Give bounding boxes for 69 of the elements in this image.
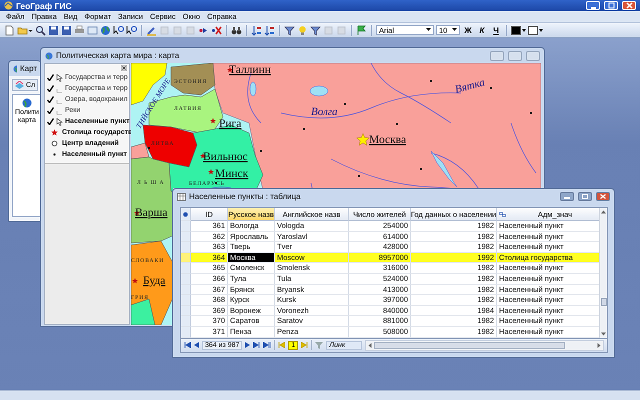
layers-icon <box>15 81 24 89</box>
map-label: Москва <box>369 134 406 146</box>
caret-icon <box>522 28 526 32</box>
scroll-up-icon <box>601 210 606 214</box>
map-label: Минск <box>215 168 248 180</box>
brush-icon[interactable] <box>146 24 157 36</box>
format-button[interactable]: Ж <box>462 24 474 36</box>
app-title: ГеоГраф ГИС <box>16 0 72 10</box>
help-icon[interactable] <box>126 24 137 36</box>
minimize-button[interactable] <box>560 192 574 201</box>
first-page-icon[interactable] <box>278 342 286 348</box>
close-icon <box>626 2 632 9</box>
caret-icon <box>426 28 431 32</box>
previous-record-icon[interactable] <box>194 342 199 348</box>
checkmark-icon[interactable] <box>47 96 54 103</box>
map-label: Буда <box>143 275 166 287</box>
format-button[interactable]: К <box>476 24 488 36</box>
next-page-icon[interactable] <box>301 342 308 348</box>
minimize-icon <box>564 194 570 199</box>
sort-descending-icon[interactable] <box>264 24 275 36</box>
save-icon[interactable] <box>48 24 59 36</box>
binoculars-icon[interactable] <box>231 24 242 36</box>
globe-icon <box>45 52 53 60</box>
print-icon[interactable] <box>74 24 85 36</box>
map-label: Таллинн <box>229 64 271 76</box>
globe-icon <box>13 64 17 72</box>
restore-icon <box>608 2 614 9</box>
caret-icon <box>452 28 457 32</box>
map-label: Волга <box>311 106 338 118</box>
delete-record-icon[interactable] <box>211 24 222 36</box>
checkmark-icon[interactable] <box>47 118 54 125</box>
map-label: Рига <box>219 118 242 130</box>
horizontal-scrollbar[interactable] <box>365 340 604 351</box>
app-logo-icon <box>4 1 13 10</box>
scroll-right-icon <box>597 342 601 348</box>
checkmark-icon[interactable] <box>47 85 54 92</box>
scroll-thumb[interactable] <box>374 342 565 349</box>
maximize-button[interactable] <box>578 192 592 201</box>
close-icon <box>600 194 606 199</box>
next-record-icon[interactable] <box>245 342 250 348</box>
close-icon[interactable] <box>121 65 127 71</box>
sort-ascending-icon[interactable] <box>251 24 262 36</box>
caret-icon <box>539 28 543 32</box>
map-label: Вятка <box>454 76 486 96</box>
checkmark-icon[interactable] <box>47 107 54 114</box>
text-color-picker[interactable] <box>511 26 526 34</box>
map-label: Варша <box>135 207 168 219</box>
window-icon[interactable] <box>87 24 98 36</box>
window-title: Населенные пункты : таблица <box>189 192 301 201</box>
window-title: Политическая карта мира : карта <box>56 51 180 60</box>
search-icon[interactable] <box>35 24 46 36</box>
last-record-icon[interactable] <box>253 342 260 348</box>
globe-icon[interactable] <box>100 24 111 36</box>
window-title: Карт <box>20 64 37 73</box>
first-record-icon[interactable] <box>184 342 191 348</box>
save-all-icon[interactable] <box>61 24 72 36</box>
checkmark-icon[interactable] <box>47 74 54 81</box>
globe-icon <box>22 98 32 108</box>
fill-color-picker[interactable] <box>528 26 543 34</box>
vertical-scrollbar[interactable] <box>599 208 607 338</box>
table-icon <box>177 192 186 200</box>
close-button[interactable] <box>596 192 610 201</box>
help-pointer-icon[interactable] <box>113 24 124 36</box>
new-record-icon[interactable] <box>263 342 272 348</box>
scroll-thumb[interactable] <box>600 298 606 306</box>
link-icon <box>499 212 506 216</box>
map-label: Вильнюс <box>203 151 248 163</box>
format-button[interactable]: Ч <box>490 24 502 36</box>
restore-icon <box>582 194 588 199</box>
